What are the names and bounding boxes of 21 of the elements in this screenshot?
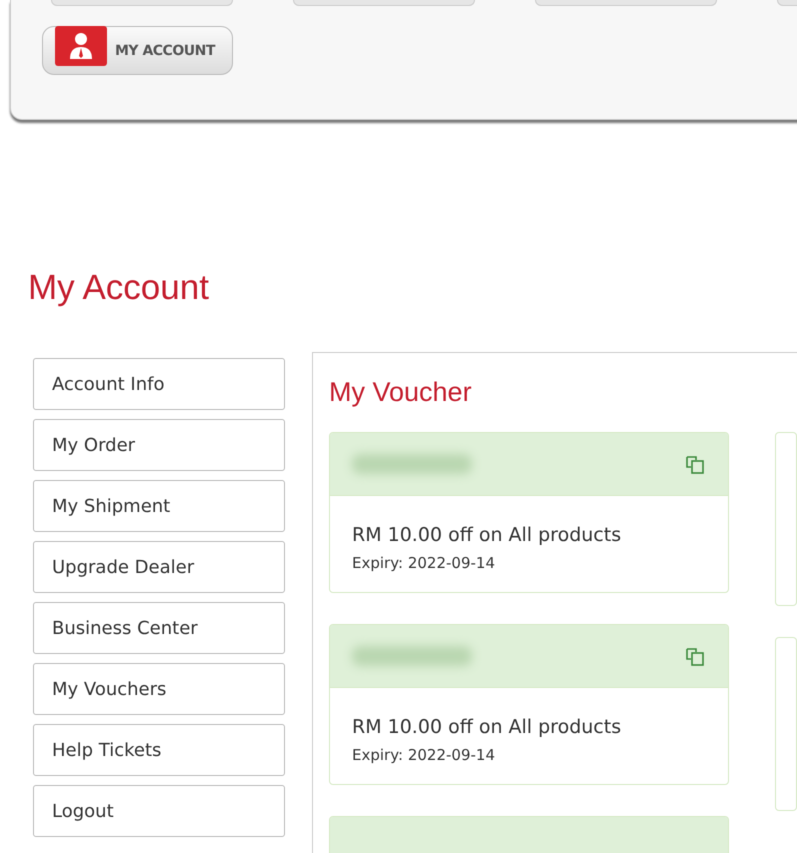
sidebar-item[interactable]: My Shipment	[33, 480, 285, 532]
voucher-description: RM 10.00 off on All products	[352, 524, 622, 546]
nav-tab[interactable]	[293, 0, 475, 6]
sidebar-item[interactable]: Account Info	[33, 358, 285, 410]
sidebar-item[interactable]: Help Tickets	[33, 724, 285, 776]
sidebar-item[interactable]: Logout	[33, 785, 285, 837]
section-title: My Voucher	[329, 377, 473, 408]
nav-tab[interactable]	[51, 0, 233, 6]
user-icon	[55, 26, 107, 66]
copy-icon[interactable]	[684, 645, 706, 667]
copy-icon[interactable]	[684, 453, 706, 475]
sidebar-item[interactable]: My Vouchers	[33, 663, 285, 715]
voucher-expiry: Expiry: 2022-09-14	[352, 746, 496, 764]
voucher-expiry: Expiry: 2022-09-14	[352, 554, 496, 572]
sidebar-item[interactable]: Upgrade Dealer	[33, 541, 285, 593]
nav-tab[interactable]	[535, 0, 717, 6]
page-title: My Account	[28, 268, 210, 308]
sidebar-item[interactable]: My Order	[33, 419, 285, 471]
sidebar-item[interactable]: Business Center	[33, 602, 285, 654]
voucher-description: RM 10.00 off on All products	[352, 716, 622, 738]
my-account-button[interactable]: MY ACCOUNT	[42, 26, 233, 75]
